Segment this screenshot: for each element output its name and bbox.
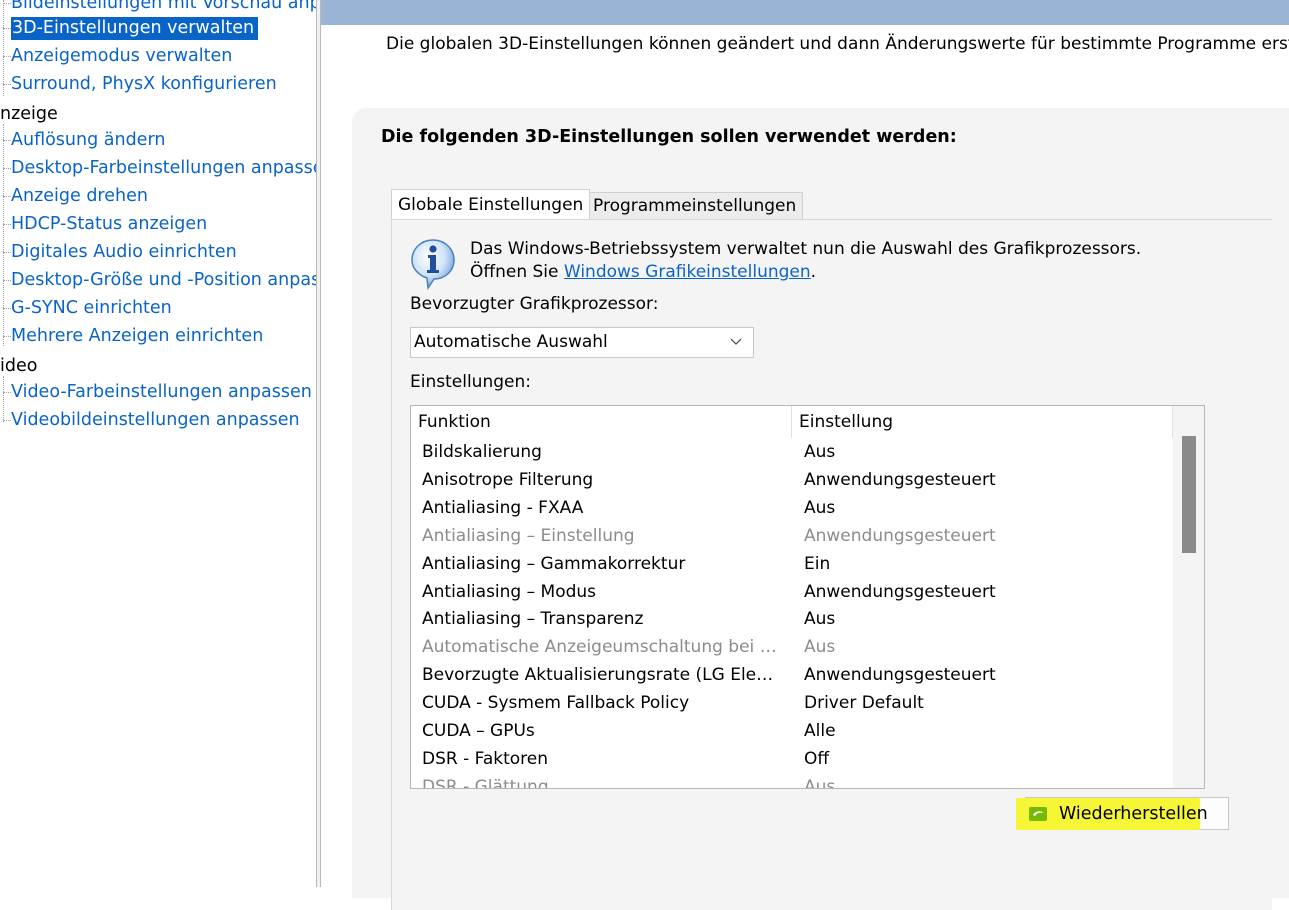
settings-panel: Die folgenden 3D-Einstellungen sollen ve…: [352, 108, 1289, 910]
nvidia-logo-icon: [1029, 807, 1047, 821]
table-row[interactable]: Automatische Anzeigeumschaltung bei a… Au…: [411, 633, 1173, 661]
panel-heading: Die folgenden 3D-Einstellungen sollen ve…: [381, 127, 957, 147]
table-row[interactable]: Antialiasing – Einstellung Anwendungsgest…: [411, 522, 1173, 550]
settings-table: Funktion Einstellung Bildskalierung Aus A…: [410, 405, 1205, 789]
tree-item-anzeige-drehen[interactable]: Anzeige drehen: [3, 182, 151, 210]
tree-item-gsync[interactable]: G-SYNC einrichten: [3, 294, 175, 322]
tree-item-hdcp[interactable]: HDCP-Status anzeigen: [3, 210, 210, 238]
preferred-gpu-dropdown[interactable]: Automatische Auswahl: [410, 327, 754, 358]
preferred-gpu-label: Bevorzugter Grafikprozessor:: [410, 294, 659, 314]
tree-category-anzeige[interactable]: nzeige: [0, 100, 58, 128]
tree-item-desktop-farbe[interactable]: Desktop-Farbeinstellungen anpasser: [3, 154, 316, 182]
table-row[interactable]: DSR - Faktoren Off: [411, 745, 1173, 773]
column-header-einstellung[interactable]: Einstellung: [792, 406, 1173, 438]
table-row[interactable]: Antialiasing – Transparenz Aus: [411, 605, 1173, 633]
table-row[interactable]: Antialiasing – Modus Anwendungsgesteuert: [411, 578, 1173, 606]
table-row[interactable]: CUDA – GPUs Alle: [411, 717, 1173, 745]
tree-item-digitales-audio[interactable]: Digitales Audio einrichten: [3, 238, 240, 266]
tree-item-mehrere-anzeigen[interactable]: Mehrere Anzeigen einrichten: [3, 322, 266, 350]
tree-item-video-farbe[interactable]: Video-Farbeinstellungen anpassen: [3, 378, 315, 406]
table-row[interactable]: DSR - Glättung Aus: [411, 773, 1173, 788]
table-header: Funktion Einstellung: [411, 406, 1173, 438]
tab-global-settings[interactable]: Globale Einstellungen: [391, 189, 591, 219]
tree-item-anzeigemodus[interactable]: Anzeigemodus verwalten: [3, 42, 235, 70]
scrollbar-thumb[interactable]: [1182, 436, 1196, 553]
info-message-link-line: Öffnen Sie Windows Grafikeinstellungen.: [470, 262, 817, 282]
restore-button[interactable]: Wiederherstellen: [1016, 797, 1229, 830]
table-scrollbar[interactable]: [1173, 406, 1204, 788]
table-row[interactable]: Bevorzugte Aktualisierungsrate (LG Elect…: [411, 661, 1173, 689]
tree-item-surround-physx[interactable]: Surround, PhysX konfigurieren: [3, 70, 280, 98]
column-header-funktion[interactable]: Funktion: [411, 406, 792, 438]
tree-category-video[interactable]: ideo: [0, 352, 37, 380]
restore-button-label: Wiederherstellen: [1059, 804, 1208, 824]
table-row[interactable]: Anisotrope Filterung Anwendungsgesteuert: [411, 466, 1173, 494]
table-row[interactable]: CUDA - Sysmem Fallback Policy Driver Defa…: [411, 689, 1173, 717]
info-message: Das Windows-Betriebssystem verwaltet nun…: [470, 239, 1142, 259]
content-pane: Die globalen 3D-Einstellungen können geä…: [321, 0, 1289, 910]
tab-page-global: Das Windows-Betriebssystem verwaltet nun…: [391, 219, 1272, 910]
windows-graphics-settings-link[interactable]: Windows Grafikeinstellungen: [564, 262, 811, 282]
tab-program-settings[interactable]: Programmeinstellungen: [586, 192, 804, 219]
preferred-gpu-value: Automatische Auswahl: [414, 332, 608, 352]
tree-item-aufloesung[interactable]: Auflösung ändern: [3, 126, 168, 154]
table-row[interactable]: Antialiasing – Gammakorrektur Ein: [411, 550, 1173, 578]
page-description: Die globalen 3D-Einstellungen können geä…: [386, 34, 1289, 54]
tree-item-videobild[interactable]: Videobildeinstellungen anpassen: [3, 406, 303, 434]
table-row[interactable]: Antialiasing - FXAA Aus: [411, 494, 1173, 522]
settings-label: Einstellungen:: [410, 372, 531, 392]
info-icon: [411, 239, 455, 290]
table-row[interactable]: Bildskalierung Aus: [411, 438, 1173, 466]
tree-item-3d-einstellungen[interactable]: 3D-Einstellungen verwalten: [3, 14, 259, 42]
chevron-down-icon: [730, 338, 742, 345]
navigation-tree: Bildeinstellungen mit Vorschau anpa 3D-E…: [0, 0, 316, 887]
header-banner: [321, 0, 1289, 25]
tree-item-desktop-groesse[interactable]: Desktop-Größe und -Position anpass: [3, 266, 316, 294]
